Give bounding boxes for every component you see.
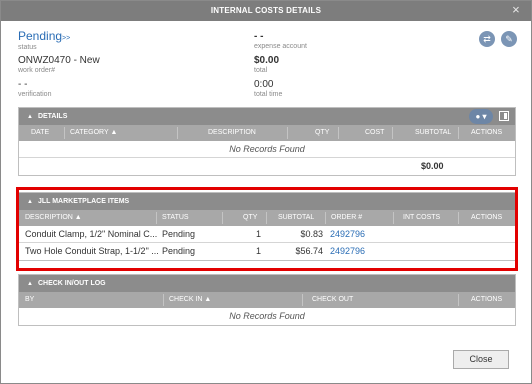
- details-empty-message: No Records Found: [19, 141, 515, 158]
- col-date[interactable]: DATE: [31, 125, 49, 141]
- expense-account-block: - - expense account: [254, 31, 307, 50]
- details-title: DETAILS: [37, 113, 68, 120]
- check-log-empty-message: No Records Found: [229, 311, 305, 321]
- col-check-in[interactable]: CHECK IN ▲: [169, 292, 211, 308]
- total-time-block: 0:00 total time: [254, 79, 282, 98]
- details-column-header: DATE CATEGORY ▲ DESCRIPTION QTY COST SUB…: [19, 125, 515, 141]
- internal-costs-dialog: INTERNAL COSTS DETAILS × Pending>> statu…: [0, 0, 532, 384]
- col-subtotal[interactable]: SUBTOTAL: [415, 125, 451, 141]
- work-order-value: ONWZ0470 - New: [18, 55, 100, 66]
- status-link[interactable]: Pending>>: [18, 29, 70, 43]
- col-description[interactable]: DESCRIPTION: [208, 125, 256, 141]
- highlight-box: [16, 187, 518, 271]
- close-icon[interactable]: ×: [509, 3, 523, 17]
- details-header[interactable]: ▲ DETAILS ● ▾: [19, 108, 515, 125]
- col-cost[interactable]: COST: [365, 125, 384, 141]
- total-block: $0.00 total: [254, 55, 279, 74]
- col-by[interactable]: BY: [25, 292, 34, 308]
- collapse-icon[interactable]: ▲: [27, 114, 33, 120]
- dialog-titlebar: INTERNAL COSTS DETAILS ×: [1, 1, 531, 21]
- dialog-title: INTERNAL COSTS DETAILS: [210, 6, 322, 15]
- status-label: status: [18, 44, 37, 51]
- swap-button[interactable]: ⇄: [479, 31, 495, 47]
- expense-account-value: - -: [254, 31, 264, 42]
- columns-icon[interactable]: [499, 111, 509, 121]
- verification-block: - - verification: [18, 79, 51, 98]
- details-panel: ▲ DETAILS ● ▾ DATE CATEGORY ▲ DESCRIPTION…: [18, 107, 516, 176]
- verification-label: verification: [18, 91, 52, 98]
- person-icon: ● ▾: [475, 112, 487, 121]
- pencil-icon: ✎: [505, 34, 513, 44]
- check-log-title: CHECK IN/OUT LOG: [37, 280, 106, 287]
- swap-icon: ⇄: [483, 34, 491, 44]
- details-total: $0.00: [421, 161, 444, 171]
- expense-account-label: expense account: [254, 43, 307, 50]
- col-actions: ACTIONS: [471, 129, 503, 136]
- total-label: total: [254, 67, 268, 74]
- total-time-label: total time: [254, 91, 283, 98]
- work-order-block: ONWZ0470 - New work order#: [18, 55, 100, 74]
- close-button[interactable]: Close: [453, 350, 509, 369]
- status-block: Pending>> status: [18, 29, 70, 51]
- check-log-column-header: BY CHECK IN ▲ CHECK OUT ACTIONS: [19, 292, 515, 308]
- work-order-label: work order#: [18, 67, 55, 74]
- status-suffix: >>: [62, 35, 71, 42]
- verification-value: - -: [18, 79, 28, 90]
- col-check-out[interactable]: CHECK OUT: [312, 292, 353, 308]
- collapse-icon[interactable]: ▲: [27, 281, 33, 287]
- total-time-value: 0:00: [254, 79, 274, 90]
- details-total-row: $0.00: [19, 158, 515, 175]
- edit-button[interactable]: ✎: [501, 31, 517, 47]
- col-category[interactable]: CATEGORY ▲: [70, 125, 117, 141]
- status-value[interactable]: Pending: [18, 29, 62, 43]
- check-log-header[interactable]: ▲ CHECK IN/OUT LOG: [19, 275, 515, 292]
- user-menu-button[interactable]: ● ▾: [469, 109, 493, 124]
- total-value: $0.00: [254, 55, 280, 66]
- col-actions: ACTIONS: [471, 296, 503, 303]
- col-qty[interactable]: QTY: [315, 125, 329, 141]
- check-log-panel: ▲ CHECK IN/OUT LOG BY CHECK IN ▲ CHECK OU…: [18, 274, 516, 326]
